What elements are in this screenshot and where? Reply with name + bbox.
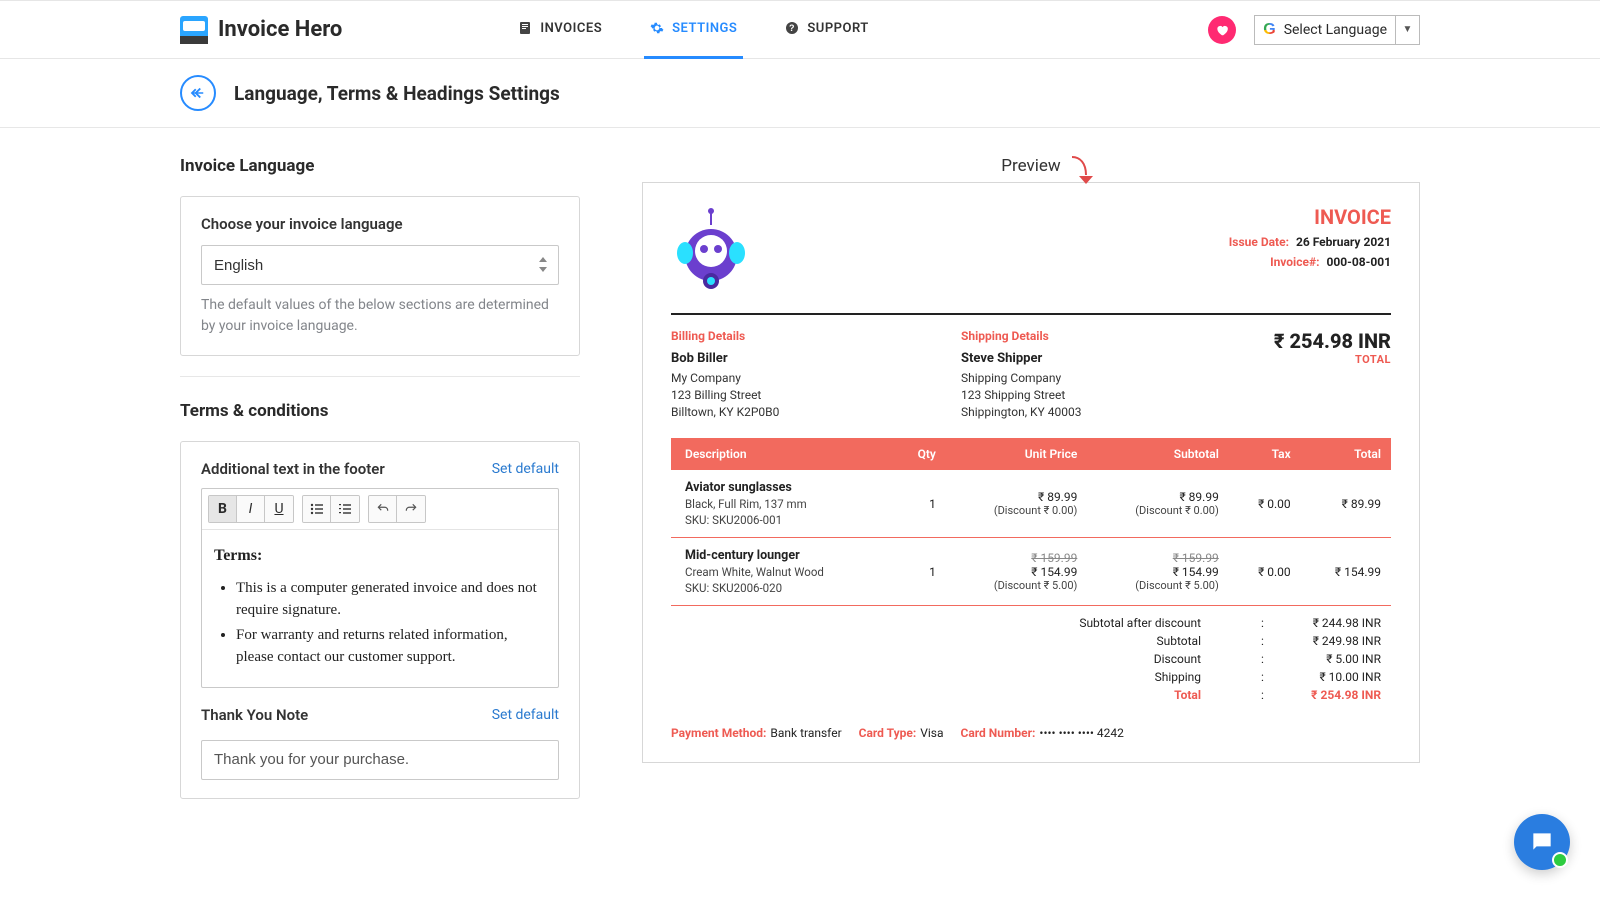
topbar-right: G Select Language ▼ [1208,15,1420,45]
bullet-list-icon [310,502,324,516]
table-row: Aviator sunglassesBlack, Full Rim, 137 m… [671,470,1391,538]
company-logo-icon [671,205,751,295]
favorite-button[interactable] [1208,16,1236,44]
terms-item: For warranty and returns related informa… [236,625,546,669]
divider [180,376,580,377]
invoice-number-label: Invoice#: [1270,255,1319,269]
terms-card: Additional text in the footer Set defaul… [180,441,580,799]
chevron-down-icon: ▼ [1395,15,1419,45]
thank-you-label: Thank You Note [201,706,308,724]
col-description: Description [671,438,894,470]
redo-icon [404,502,418,516]
terms-heading: Terms: [214,547,262,564]
editor-toolbar: B I U [202,489,558,530]
arrow-down-icon [1069,154,1099,195]
topbar: Invoice Hero INVOICES SETTINGS ? SUPPORT… [0,0,1600,59]
gear-icon [650,21,664,35]
bold-button[interactable]: B [209,496,237,522]
invoice-summary: Subtotal after discount:₹ 244.98 INR Sub… [671,614,1391,704]
col-total: Total [1301,438,1391,470]
page-header: Language, Terms & Headings Settings [0,59,1600,128]
set-default-footer-link[interactable]: Set default [492,461,559,477]
footer-text-label: Additional text in the footer [201,460,385,478]
shipping-details: Shipping Details Steve Shipper Shipping … [961,329,1251,420]
issue-date-label: Issue Date: [1229,235,1289,249]
billing-details: Billing Details Bob Biller My Company 12… [671,329,961,420]
table-row: Mid-century loungerCream White, Walnut W… [671,538,1391,606]
language-select[interactable]: English [201,245,559,285]
language-card: Choose your invoice language English The… [180,196,580,356]
bullet-list-button[interactable] [303,496,331,522]
terms-item: This is a computer generated invoice and… [236,578,546,622]
help-icon: ? [785,21,799,35]
google-icon: G [1263,21,1275,39]
chat-button[interactable] [1514,814,1570,870]
language-select-wrap: English [201,245,559,285]
nav-tab-support[interactable]: ? SUPPORT [779,0,874,59]
thank-you-input[interactable] [201,740,559,780]
italic-button[interactable]: I [237,496,265,522]
divider [671,313,1391,315]
payment-row: Payment Method:Bank transfer Card Type:V… [671,726,1391,740]
settings-column: Invoice Language Choose your invoice lan… [180,156,580,819]
invoice-preview: INVOICE Issue Date: 26 February 2021 Inv… [642,182,1420,763]
numbered-list-button[interactable] [331,496,359,522]
nav-tab-invoices[interactable]: INVOICES [512,0,608,59]
preview-label: Preview [642,156,1420,176]
brand-logo-icon [180,16,208,44]
undo-icon [376,502,390,516]
page-title: Language, Terms & Headings Settings [234,82,560,105]
heart-icon [1215,23,1229,37]
undo-button[interactable] [369,496,397,522]
col-qty: Qty [894,438,946,470]
section-title-language: Invoice Language [180,156,580,176]
nav-tabs: INVOICES SETTINGS ? SUPPORT [512,0,874,59]
numbered-list-icon [338,502,352,516]
language-selector-label: Select Language [1284,22,1387,38]
chat-icon [1529,829,1555,855]
invoice-items-table: Description Qty Unit Price Subtotal Tax … [671,438,1391,606]
nav-tab-label: SETTINGS [672,21,737,36]
underline-button[interactable]: U [265,496,293,522]
svg-text:?: ? [789,23,795,33]
issue-date-value: 26 February 2021 [1296,235,1391,249]
nav-tab-label: SUPPORT [807,21,868,36]
page-body: Invoice Language Choose your invoice lan… [0,128,1600,859]
brand[interactable]: Invoice Hero [180,16,342,44]
arrow-left-icon [189,84,207,102]
invoice-title: INVOICE [1229,205,1391,229]
nav-tab-settings[interactable]: SETTINGS [644,0,743,59]
rich-text-editor: B I U [201,488,559,688]
redo-button[interactable] [397,496,425,522]
preview-column: Preview INVOICE Issue Date: 26 February … [642,156,1420,763]
col-tax: Tax [1229,438,1301,470]
brand-name: Invoice Hero [218,17,342,42]
col-unit-price: Unit Price [946,438,1087,470]
back-button[interactable] [180,75,216,111]
section-title-terms: Terms & conditions [180,401,580,421]
grand-total: ₹ 254.98 INR TOTAL [1251,329,1391,420]
editor-content[interactable]: Terms: This is a computer generated invo… [202,530,558,687]
set-default-thank-you-link[interactable]: Set default [492,707,559,723]
nav-tab-label: INVOICES [540,21,602,36]
language-help-text: The default values of the below sections… [201,295,559,337]
language-selector[interactable]: G Select Language ▼ [1254,15,1420,45]
language-field-label: Choose your invoice language [201,215,559,233]
document-icon [518,21,532,35]
invoice-number-value: 000-08-001 [1326,255,1391,269]
col-subtotal: Subtotal [1087,438,1228,470]
